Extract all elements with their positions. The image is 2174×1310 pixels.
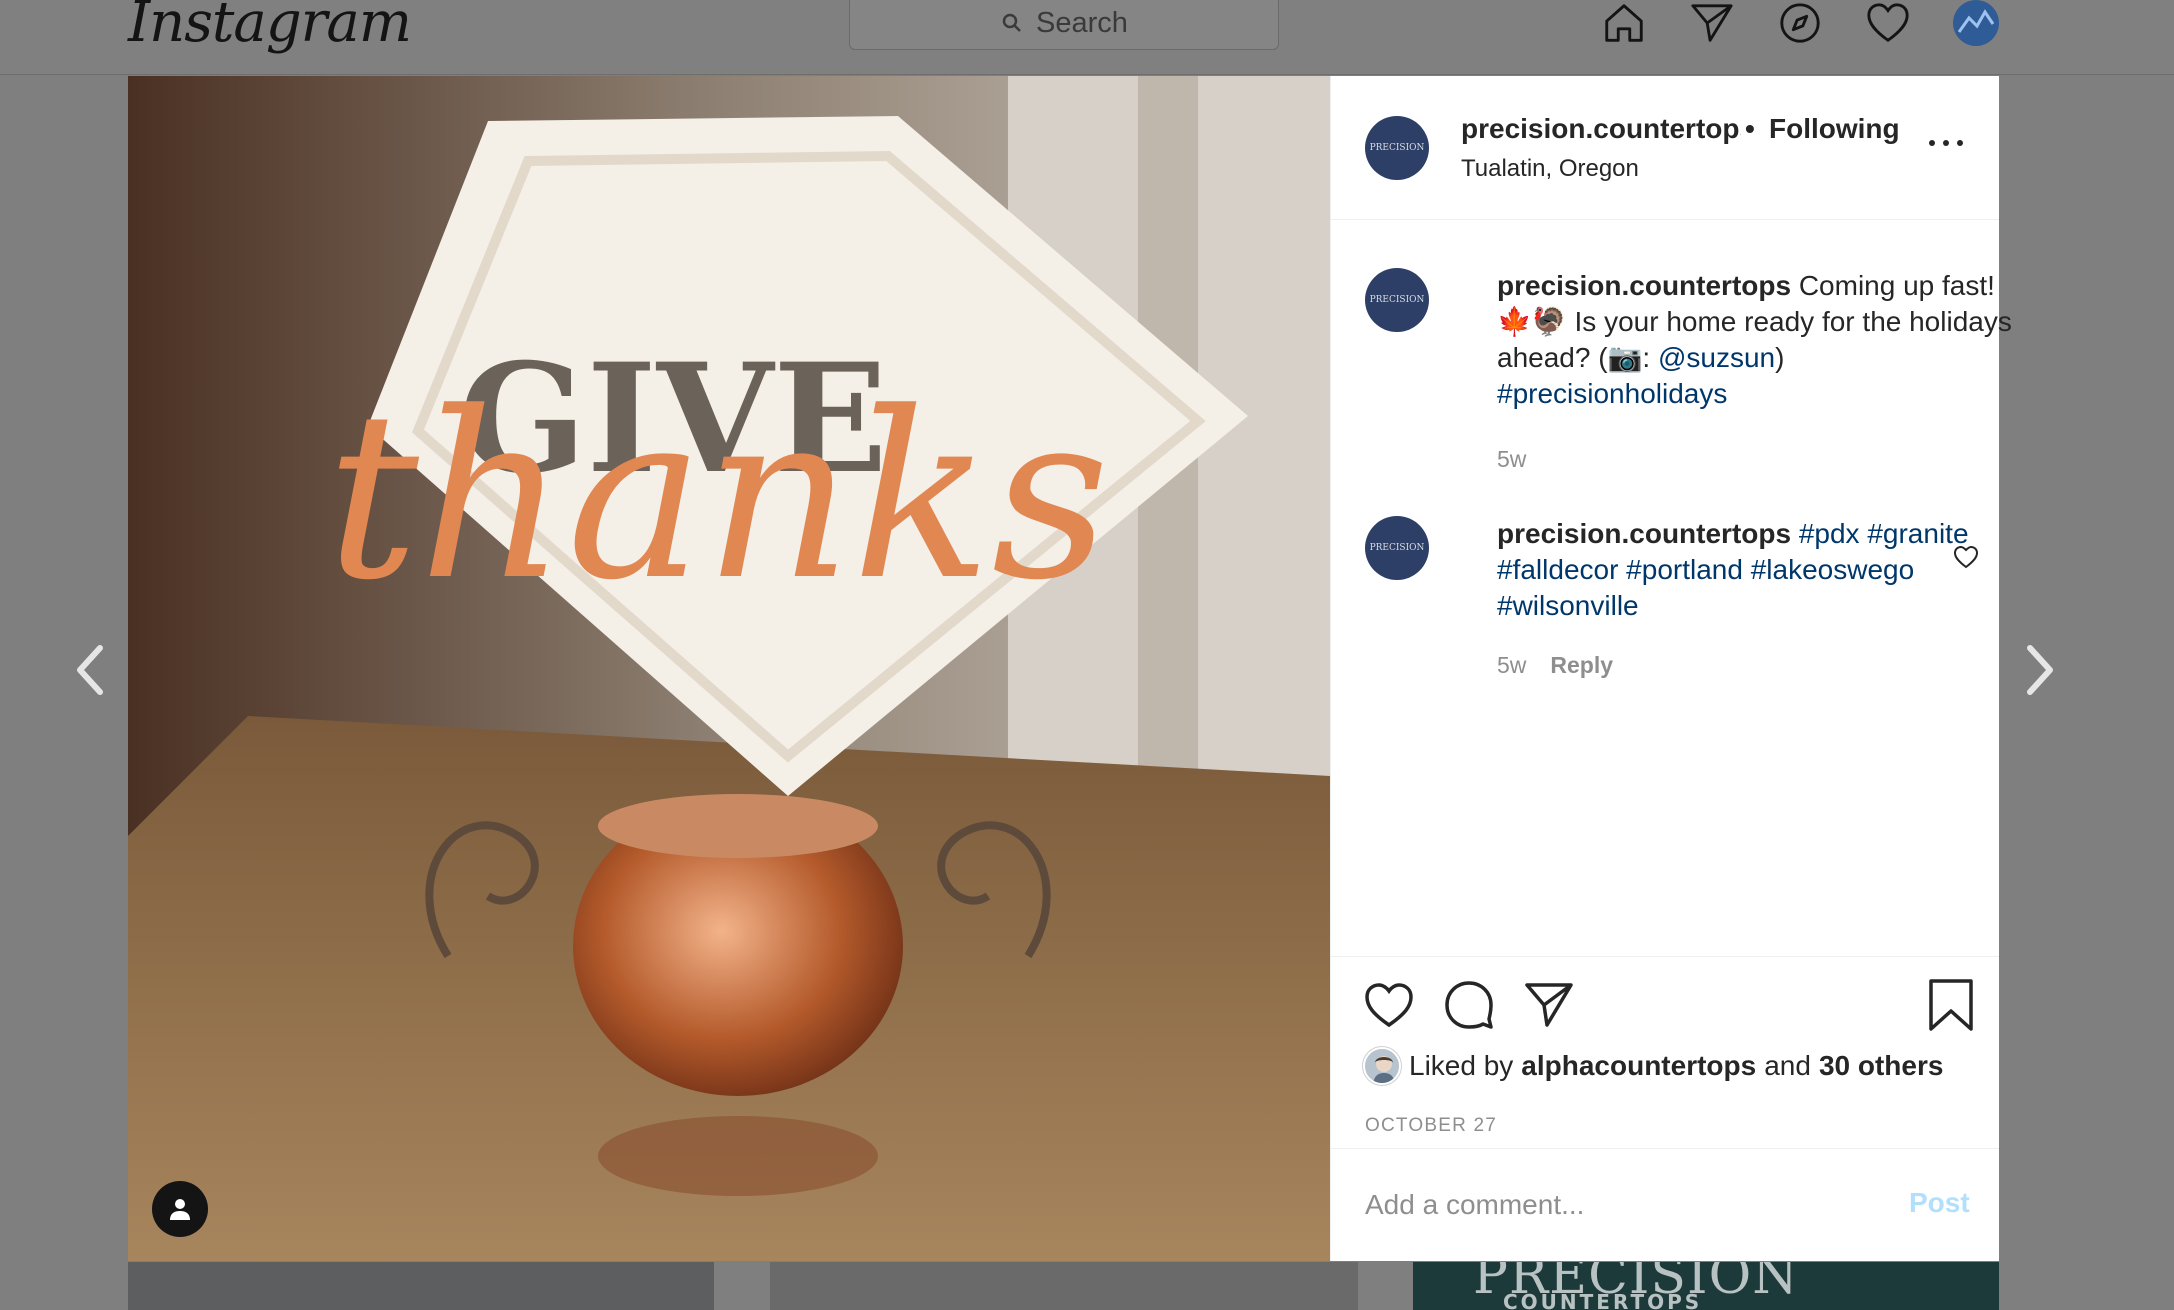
photo-thanks-text: thanks (326, 364, 1109, 631)
nav-icons (1600, 0, 2000, 46)
post-modal: GIVE thanks PRECISION precision.countert… (128, 76, 2012, 1261)
post-actions: Liked by alphacountertops and 30 others … (1331, 956, 1999, 1148)
comment-like-heart-icon[interactable] (1953, 544, 1979, 570)
more-options-icon[interactable] (1929, 140, 1963, 150)
person-icon (170, 1199, 190, 1220)
top-navigation-bar: Instagram Search (0, 0, 2174, 75)
grid-item-1[interactable] (128, 1262, 714, 1310)
like-heart-icon[interactable] (1363, 979, 1415, 1031)
caption-text-3: ) (1775, 342, 1785, 373)
comments-section: PRECISION precision.countertops Coming u… (1331, 220, 2012, 956)
post-date[interactable]: OCTOBER 27 (1365, 1115, 1497, 1137)
chevron-left-icon (77, 645, 103, 695)
caption-mention[interactable]: @suzsun (1658, 342, 1775, 373)
caption-meta: 5w (1497, 446, 1526, 473)
post-header: PRECISION precision.countertops • Follow… (1331, 76, 1999, 220)
caption-text-1: Coming up fast! (1798, 270, 1995, 301)
next-post-arrow[interactable] (2014, 640, 2064, 700)
share-icon[interactable] (1523, 979, 1575, 1031)
comment-username[interactable]: precision.countertops (1497, 518, 1791, 549)
add-comment-bar: Post (1331, 1148, 1999, 1261)
caption-age[interactable]: 5w (1497, 446, 1526, 473)
profile-avatar-image (1953, 0, 1999, 46)
comment-text: precision.countertops #pdx #granite #fal… (1497, 516, 2017, 624)
grid-item-2[interactable] (770, 1262, 1358, 1310)
search-placeholder: Search (1036, 6, 1128, 39)
activity-heart-icon[interactable] (1864, 0, 1912, 46)
comment-avatar[interactable]: PRECISION (1365, 516, 1429, 580)
bookmark-icon[interactable] (1925, 979, 1977, 1031)
caption-hashtag[interactable]: #precisionholidays (1497, 378, 1727, 409)
search-box[interactable]: Search (849, 0, 1279, 50)
caption-text: precision.countertops Coming up fast! 🍁🦃… (1497, 268, 2017, 412)
post-side-panel: PRECISION precision.countertops • Follow… (1330, 76, 2012, 1261)
comment-age[interactable]: 5w (1497, 652, 1526, 679)
instagram-logo[interactable]: Instagram (128, 0, 412, 55)
home-icon[interactable] (1600, 0, 1648, 46)
comment-input[interactable] (1365, 1179, 1865, 1231)
author-avatar[interactable]: PRECISION (1365, 116, 1429, 180)
likes-conj: and (1764, 1050, 1811, 1081)
caption-avatar[interactable]: PRECISION (1365, 268, 1429, 332)
caption-comment: PRECISION precision.countertops Coming u… (1365, 268, 2012, 472)
reply-button[interactable]: Reply (1550, 652, 1613, 679)
likes-summary: Liked by alphacountertops and 30 others (1363, 1047, 1943, 1085)
comment-meta: 5w Reply (1497, 652, 1613, 679)
chevron-right-icon (2027, 645, 2053, 695)
user-tags-button[interactable] (152, 1181, 208, 1237)
header-separator: • (1745, 113, 1755, 144)
search-icon (1002, 13, 1021, 32)
author-username[interactable]: precision.countertops (1461, 113, 1741, 145)
explore-icon[interactable] (1776, 0, 1824, 46)
post-comment-button[interactable]: Post (1909, 1187, 1970, 1219)
post-photo[interactable]: GIVE thanks (128, 76, 1330, 1261)
liker-avatar[interactable] (1363, 1047, 1401, 1085)
photo-scene: GIVE thanks (128, 76, 1330, 1261)
grid-brand-subtext: COUNTERTOPS (1503, 1290, 1703, 1310)
comment-item: PRECISION precision.countertops #pdx #gr… (1365, 516, 1985, 696)
likes-others-link[interactable]: 30 others (1819, 1050, 1944, 1082)
post-location[interactable]: Tualatin, Oregon (1461, 155, 1639, 183)
previous-post-arrow[interactable] (66, 640, 116, 700)
liker-username[interactable]: alphacountertops (1521, 1050, 1756, 1082)
grid-item-3[interactable]: PRECISION COUNTERTOPS (1413, 1262, 1999, 1310)
profile-avatar[interactable] (1952, 0, 2000, 46)
caption-username[interactable]: precision.countertops (1497, 270, 1791, 301)
comment-bubble-icon[interactable] (1443, 979, 1495, 1031)
likes-prefix: Liked by (1409, 1050, 1514, 1081)
following-button[interactable]: Following (1769, 113, 1900, 145)
direct-icon[interactable] (1688, 0, 1736, 46)
